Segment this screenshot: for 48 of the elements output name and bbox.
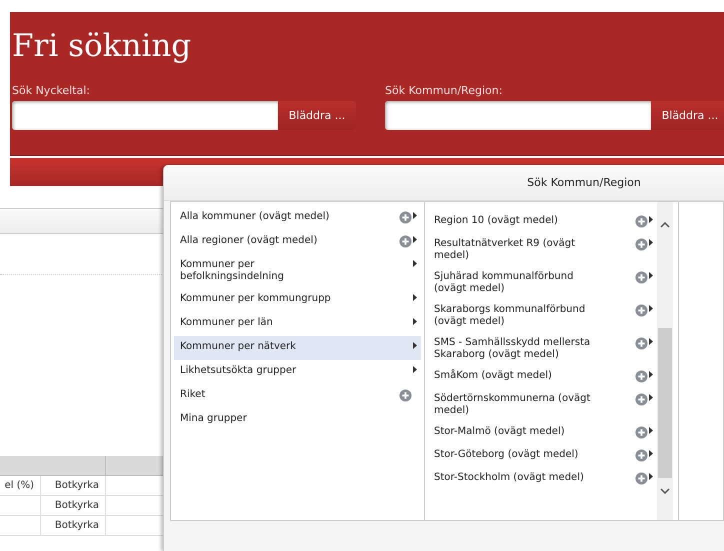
list-item[interactable]: Alla kommuner (ovägt medel)	[174, 206, 421, 230]
list-item[interactable]: Alla regioner (ovägt medel)	[174, 230, 421, 254]
browse-button[interactable]: Bläddra ...	[278, 101, 356, 130]
table-cell: Botkyrka	[40, 496, 106, 515]
list-item[interactable]: Kommuner per nätverk	[174, 336, 421, 360]
add-icon[interactable]	[635, 304, 648, 317]
list-item[interactable]: Resultatnätverket R9 (ovägt medel)	[431, 235, 657, 268]
scroll-thumb[interactable]	[658, 328, 672, 478]
scrollbar[interactable]	[657, 202, 673, 520]
list-item[interactable]: Mina grupper	[174, 408, 421, 432]
list-item[interactable]: Riket	[174, 384, 421, 408]
list-item[interactable]: SmåKom (ovägt medel)	[431, 367, 657, 390]
field-label: Sök Nyckeltal:	[12, 84, 90, 99]
add-icon[interactable]	[635, 271, 648, 284]
add-icon[interactable]	[635, 393, 648, 406]
list-item[interactable]: Stor-Stockholm (ovägt medel)	[431, 469, 657, 492]
list-item[interactable]: Kommuner per kommungrupp	[174, 288, 421, 312]
list-item[interactable]: Kommuner per befolkningsindelning	[174, 254, 421, 288]
list-item[interactable]: SMS - Samhällsskydd mellersta Skaraborg (ovägt medel)	[431, 334, 657, 367]
list-item[interactable]: Stor-Malmö (ovägt medel)	[431, 423, 657, 446]
list-item[interactable]: Likhetsutsökta grupper	[174, 360, 421, 384]
table-cell: Botkyrka	[40, 516, 106, 535]
browse-button[interactable]: Bläddra ...	[651, 101, 724, 130]
table-cell: Botkyrka	[40, 476, 106, 495]
list-item[interactable]: Region 10 (ovägt medel)	[431, 212, 657, 235]
add-icon[interactable]	[635, 370, 648, 383]
field-label: Sök Kommun/Region:	[385, 84, 502, 99]
list-item[interactable]: Södertörnskommunerna (ovägt medel)	[431, 390, 657, 423]
add-icon[interactable]	[635, 426, 648, 439]
add-icon[interactable]	[399, 389, 412, 402]
scroll-up-icon[interactable]	[660, 222, 670, 228]
add-icon[interactable]	[635, 337, 648, 350]
list-item[interactable]: Skaraborgs kommunalförbund (ovägt medel)	[431, 301, 657, 334]
page-title: Fri sökning	[12, 27, 192, 66]
add-icon[interactable]	[635, 238, 648, 251]
list-item[interactable]: Kommuner per län	[174, 312, 421, 336]
add-icon[interactable]	[399, 235, 412, 248]
table-cell-text: el (%)	[4, 479, 35, 493]
add-icon[interactable]	[399, 211, 412, 224]
dialog-title: Sök Kommun/Region	[164, 165, 724, 201]
add-icon[interactable]	[635, 215, 648, 228]
list-item[interactable]: Sjuhärad kommunalförbund (ovägt medel)	[431, 268, 657, 301]
list-item[interactable]: Stor-Göteborg (ovägt medel)	[431, 446, 657, 469]
add-icon[interactable]	[635, 449, 648, 462]
add-icon[interactable]	[635, 472, 648, 485]
scroll-down-icon[interactable]	[660, 488, 670, 494]
search-field[interactable]	[385, 101, 651, 130]
search-field[interactable]	[12, 101, 278, 130]
